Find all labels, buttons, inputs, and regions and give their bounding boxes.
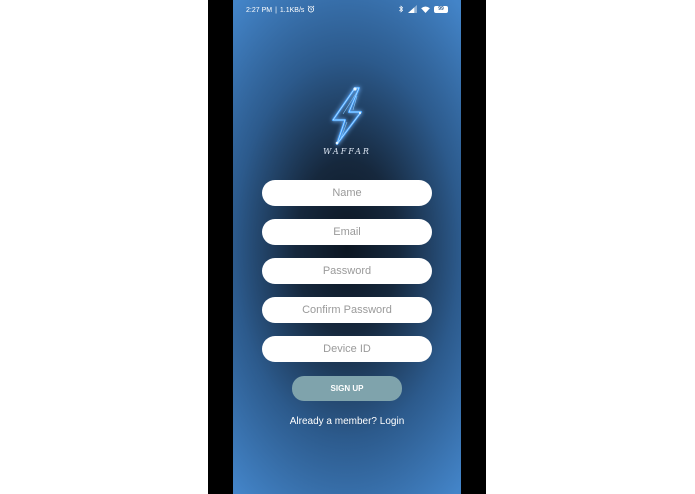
status-left: 2:27 PM | 1.1KB/s [246, 5, 315, 15]
name-field[interactable] [262, 180, 432, 206]
signal-icon [408, 5, 417, 13]
phone-screen: 2:27 PM | 1.1KB/s 99 WAFFAR Name Email D… [233, 0, 461, 494]
sign-up-button[interactable]: SIGN UP [292, 376, 402, 401]
login-prompt: Already a member? Login [233, 416, 461, 427]
login-prompt-text: Already a member? [289, 416, 377, 427]
password-field[interactable] [262, 258, 432, 284]
status-bar: 2:27 PM | 1.1KB/s 99 [233, 0, 461, 20]
bluetooth-icon [398, 5, 404, 13]
device-id-field[interactable] [262, 336, 432, 362]
status-network-speed: 1.1KB/s [279, 6, 305, 14]
brand-name: WAFFAR [323, 147, 371, 156]
wifi-icon [421, 5, 430, 13]
confirm-password-field[interactable] [262, 297, 432, 323]
screenshot-stage: 2:27 PM | 1.1KB/s 99 WAFFAR Name Email D… [0, 0, 695, 494]
status-separator: | [275, 6, 277, 14]
login-link[interactable]: Login [380, 416, 404, 427]
alarm-icon [307, 5, 315, 15]
status-time: 2:27 PM [246, 6, 273, 14]
email-field[interactable] [262, 219, 432, 245]
battery-icon: 99 [434, 5, 448, 13]
status-right: 99 [398, 5, 448, 13]
